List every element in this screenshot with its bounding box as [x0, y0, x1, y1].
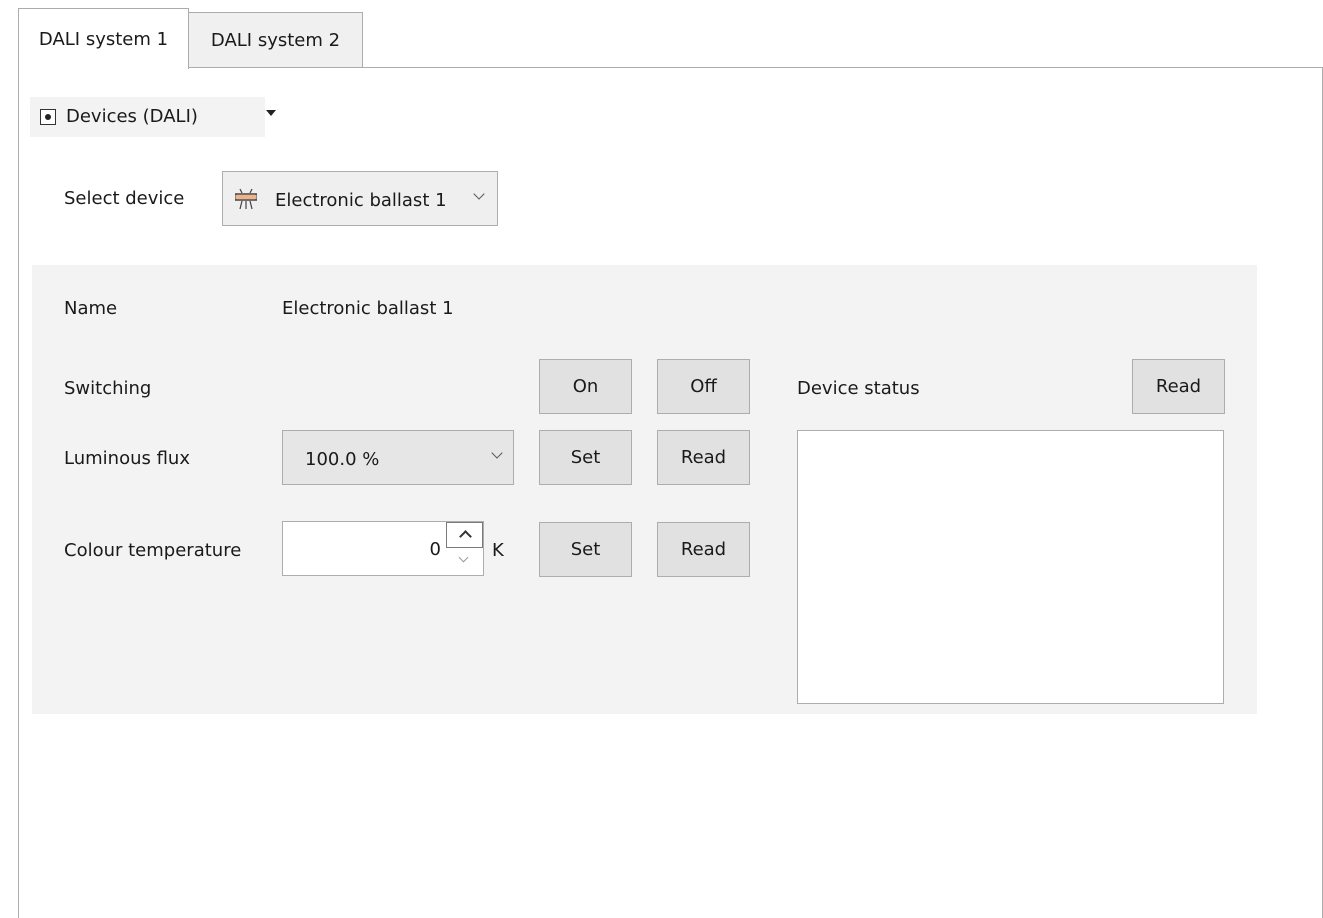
spin-up-button[interactable] — [446, 522, 483, 548]
luminous-flux-set-button[interactable]: Set — [539, 430, 632, 485]
view-selector-label: Devices (DALI) — [66, 106, 198, 127]
colour-temperature-set-button[interactable]: Set — [539, 522, 632, 577]
spin-down-button[interactable] — [446, 549, 483, 575]
name-label: Name — [64, 298, 118, 319]
view-selector-dropdown[interactable]: Devices (DALI) — [30, 97, 276, 137]
device-select-value: Electronic ballast 1 — [275, 190, 447, 211]
luminous-flux-combobox[interactable]: 100.0 % — [282, 430, 514, 485]
luminous-flux-read-button[interactable]: Read — [657, 430, 750, 485]
caret-down-icon — [458, 552, 469, 563]
tab-dali-system-2[interactable]: DALI system 2 — [188, 12, 363, 68]
dropdown-arrow-icon — [266, 110, 276, 116]
select-device-label: Select device — [64, 188, 185, 209]
device-status-label: Device status — [797, 378, 920, 399]
colour-temperature-value: 0 — [429, 539, 441, 560]
device-status-textbox[interactable] — [797, 430, 1224, 704]
caret-up-icon — [459, 530, 472, 543]
colour-temperature-unit: K — [492, 540, 504, 561]
chevron-down-icon — [491, 447, 503, 459]
name-value: Electronic ballast 1 — [282, 298, 454, 319]
tab-dali-system-1[interactable]: DALI system 1 — [18, 8, 189, 69]
colour-temperature-label: Colour temperature — [64, 540, 242, 561]
luminous-flux-value: 100.0 % — [305, 449, 380, 470]
switch-on-button[interactable]: On — [539, 359, 632, 414]
colour-temperature-read-button[interactable]: Read — [657, 522, 750, 577]
radio-selected-icon — [40, 109, 56, 125]
luminous-flux-label: Luminous flux — [64, 448, 190, 469]
switching-label: Switching — [64, 378, 152, 399]
device-status-read-button[interactable]: Read — [1132, 359, 1225, 414]
chevron-down-icon — [473, 188, 485, 200]
device-select-combobox[interactable]: Electronic ballast 1 — [222, 171, 498, 226]
dali-window: DALI system 1 DALI system 2 Devices (DAL… — [0, 0, 1323, 918]
switch-off-button[interactable]: Off — [657, 359, 750, 414]
ballast-lamp-icon — [235, 188, 257, 210]
